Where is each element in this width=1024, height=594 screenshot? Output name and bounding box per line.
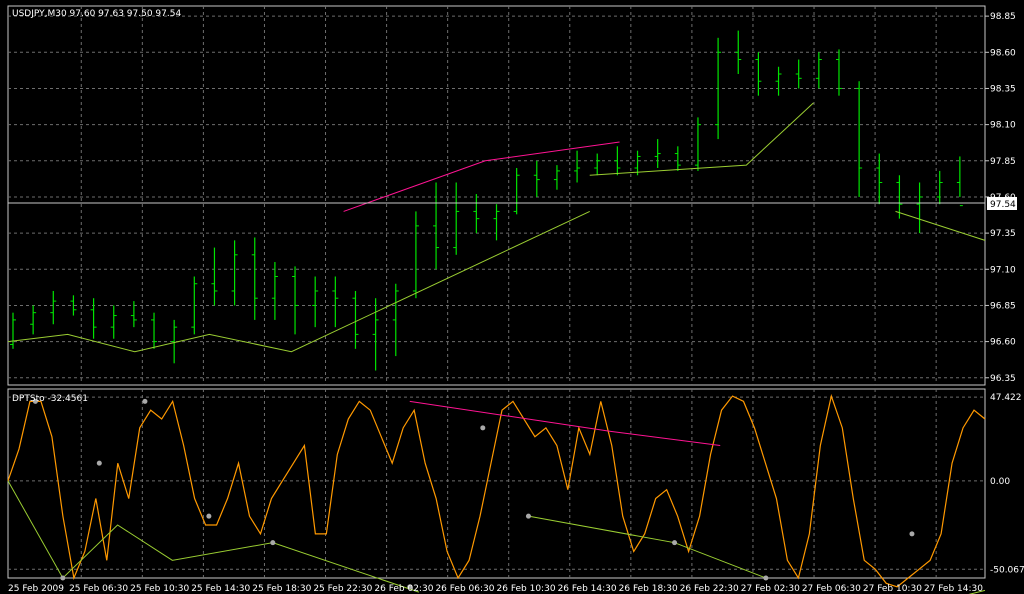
price-tick-label: 96.85 xyxy=(990,301,1016,311)
time-tick-label: 26 Feb 18:30 xyxy=(619,584,678,594)
divergence-dot xyxy=(480,425,486,431)
price-tick-label: 96.35 xyxy=(990,374,1016,384)
time-tick-label: 26 Feb 10:30 xyxy=(497,584,556,594)
divergence-dot xyxy=(60,575,66,581)
divergence-dot xyxy=(206,513,212,519)
divergence-dot xyxy=(96,460,102,466)
divergence-dot xyxy=(672,540,678,546)
time-tick-label: 25 Feb 10:30 xyxy=(130,584,189,594)
trading-chart[interactable]: USDJPY,M30 97.60 97.63 97.50 97.54 DPTSt… xyxy=(0,0,1024,594)
divergence-dot xyxy=(909,531,915,537)
time-tick-label: 25 Feb 2009 xyxy=(8,584,64,594)
divergence-dot xyxy=(763,575,769,581)
current-price-value: 97.54 xyxy=(990,200,1016,210)
background xyxy=(0,0,1024,594)
time-tick-label: 25 Feb 22:30 xyxy=(313,584,372,594)
current-price-label: 97.54 xyxy=(987,197,1017,210)
price-tick-label: 98.10 xyxy=(990,121,1016,131)
price-tick-label: 96.60 xyxy=(990,338,1016,348)
time-tick-label: 26 Feb 06:30 xyxy=(435,584,494,594)
indicator-tick-label: -50.0677 xyxy=(990,565,1024,575)
time-tick-label: 27 Feb 14:30 xyxy=(924,584,983,594)
time-tick-label: 26 Feb 22:30 xyxy=(680,584,739,594)
price-tick-label: 98.85 xyxy=(990,12,1016,22)
divergence-dot xyxy=(142,398,148,404)
divergence-dot xyxy=(525,513,531,519)
time-tick-label: 27 Feb 02:30 xyxy=(741,584,800,594)
time-axis: 25 Feb 2009 25 Feb 06:30 25 Feb 10:30 25 Fe… xyxy=(8,584,983,594)
indicator-title: DPTSto -32.4561 xyxy=(12,394,88,404)
time-tick-label: 27 Feb 06:30 xyxy=(802,584,861,594)
time-tick-label: 25 Feb 18:30 xyxy=(252,584,311,594)
price-tick-label: 97.35 xyxy=(990,229,1016,239)
price-tick-label: 98.60 xyxy=(990,48,1016,58)
divergence-dot xyxy=(270,540,276,546)
price-tick-label: 97.85 xyxy=(990,157,1016,167)
time-tick-label: 27 Feb 10:30 xyxy=(863,584,922,594)
main-title: USDJPY,M30 97.60 97.63 97.50 97.54 xyxy=(12,9,181,19)
indicator-tick-label: 0.00 xyxy=(990,477,1010,487)
price-tick-label: 98.35 xyxy=(990,84,1016,94)
time-tick-label: 26 Feb 14:30 xyxy=(558,584,617,594)
time-tick-label: 26 Feb 02:30 xyxy=(374,584,433,594)
time-tick-label: 25 Feb 14:30 xyxy=(191,584,250,594)
indicator-tick-label: 47.422 xyxy=(990,393,1022,403)
time-tick-label: 25 Feb 06:30 xyxy=(69,584,128,594)
price-tick-label: 97.10 xyxy=(990,265,1016,275)
